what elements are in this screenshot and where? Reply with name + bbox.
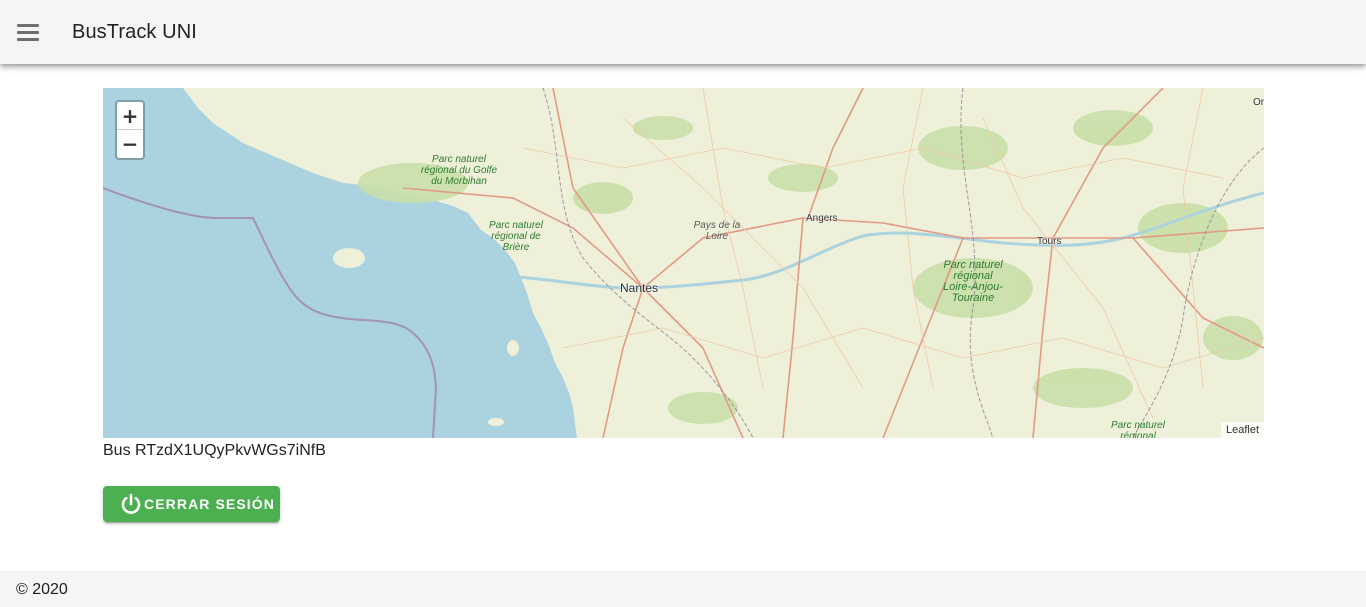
park-label-briere: Parc naturel régional de Brière bbox=[489, 220, 543, 253]
hamburger-menu-icon bbox=[17, 20, 39, 45]
region-label-pays-de-la-loire: Pays de la Loire bbox=[693, 220, 741, 242]
map-container[interactable]: + − Parc naturel régional du Golfe du Mo… bbox=[103, 88, 1264, 438]
footer: © 2020 bbox=[0, 571, 1366, 607]
zoom-control: + − bbox=[115, 100, 145, 160]
city-label-nantes: Nantes bbox=[620, 281, 659, 295]
bus-id-label: Bus RTzdX1UQyPkvWGs7iNfB bbox=[103, 442, 326, 459]
logout-button-label: CERRAR SESIÓN bbox=[144, 496, 275, 512]
app-title: BusTrack UNI bbox=[72, 21, 197, 43]
map-tiles[interactable] bbox=[103, 88, 1264, 438]
zoom-out-button[interactable]: − bbox=[117, 130, 143, 158]
copyright-text: © 2020 bbox=[16, 581, 68, 598]
park-label-loire-anjou: Parc naturel régional Loire-Anjou-Tourai… bbox=[943, 259, 1003, 304]
map-attribution: Leaflet bbox=[1220, 422, 1264, 438]
app-bar: BusTrack UNI bbox=[0, 0, 1366, 64]
city-label-orleans-partial: Or bbox=[1253, 97, 1264, 108]
city-label-tours: Tours bbox=[1037, 236, 1062, 247]
logout-button[interactable]: CERRAR SESIÓN bbox=[103, 486, 280, 522]
hamburger-menu-button[interactable] bbox=[6, 10, 50, 54]
park-label-bottom: Parc naturel régional bbox=[1111, 420, 1165, 438]
zoom-in-button[interactable]: + bbox=[117, 102, 143, 130]
leaflet-link[interactable]: Leaflet bbox=[1226, 424, 1259, 436]
park-label-golfe: Parc naturel régional du Golfe du Morbih… bbox=[420, 154, 498, 187]
power-icon bbox=[118, 491, 144, 517]
city-label-angers: Angers bbox=[806, 213, 838, 224]
